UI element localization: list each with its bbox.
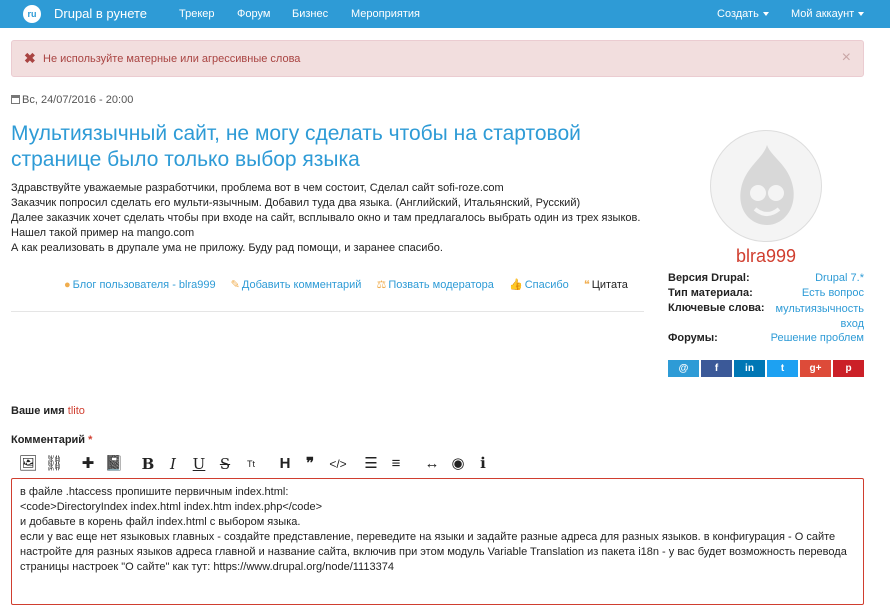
- link-icon[interactable]: ⛓: [44, 455, 64, 473]
- alert-close-button[interactable]: ×: [842, 49, 851, 67]
- scales-icon: ⚖: [376, 279, 387, 291]
- nav-item-business[interactable]: Бизнес: [292, 8, 328, 20]
- chevron-down-icon: [858, 12, 865, 17]
- share-linkedin-button[interactable]: in: [734, 360, 765, 377]
- share-pinterest-button[interactable]: p: [833, 360, 864, 377]
- quote-label: Цитата: [591, 279, 628, 291]
- facebook-icon: f: [714, 363, 719, 374]
- meta-value-link[interactable]: мультиязычность вход: [768, 302, 864, 332]
- add-comment-label: Добавить комментарий: [241, 279, 362, 291]
- post-links: ● Блог пользователя - blra999 ✎ Добавить к…: [64, 278, 628, 291]
- thanks-label: Спасибо: [524, 279, 569, 291]
- quote-icon[interactable]: ❞: [301, 455, 319, 473]
- edit-icon: ✎: [230, 279, 240, 291]
- nav-create-label: Создать: [717, 8, 759, 20]
- required-marker: *: [88, 434, 93, 446]
- post-body-line: А как реализовать в друпале ума не прило…: [11, 242, 443, 254]
- add-comment-link[interactable]: ✎ Добавить комментарий: [231, 279, 362, 291]
- plugin-icon[interactable]: ✚: [78, 455, 98, 473]
- linkedin-icon: in: [745, 363, 754, 374]
- divider: [11, 311, 644, 312]
- underline-icon[interactable]: U: [190, 455, 208, 473]
- share-googleplus-button[interactable]: g+: [800, 360, 831, 377]
- book-icon[interactable]: 📓: [104, 455, 124, 473]
- meta-key: Ключевые слова:: [668, 302, 765, 314]
- editor-line: если у вас еще нет языковых главных - со…: [20, 531, 847, 573]
- top-navbar: ru Drupal в рунете Трекер Форум Бизнес М…: [0, 0, 890, 28]
- nav-item-forum[interactable]: Форум: [237, 8, 270, 20]
- meta-key: Форумы:: [668, 332, 718, 344]
- name-value-link[interactable]: tlito: [68, 405, 85, 417]
- call-moderator-label: Позвать модератора: [388, 279, 494, 291]
- nav-account-label: Мой аккаунт: [791, 8, 855, 20]
- editor-line: и добавьте в корень файл index.html с вы…: [20, 516, 301, 528]
- comment-label: Комментарий: [11, 434, 86, 446]
- post-body: Здравствуйте уважаемые разработчики, про…: [11, 181, 651, 256]
- post-title[interactable]: Мультиязычный сайт, не могу сделать чтоб…: [11, 121, 651, 173]
- pinterest-icon: p: [845, 363, 852, 374]
- meta-value-link[interactable]: Drupal 7.*: [815, 272, 864, 284]
- name-label: Ваше имя: [11, 405, 65, 417]
- info-icon[interactable]: ℹ: [474, 455, 492, 473]
- comment-label-row: Комментарий *: [11, 434, 92, 446]
- share-facebook-button[interactable]: f: [701, 360, 732, 377]
- site-brand[interactable]: Drupal в рунете: [54, 6, 147, 21]
- post-body-line: Заказчик попросил сделать его мульти-язы…: [11, 197, 581, 209]
- superscript-icon[interactable]: Tt: [242, 455, 260, 473]
- editor-line: <code>DirectoryIndex index.html index.ht…: [20, 501, 323, 513]
- post-body-line: Здравствуйте уважаемые разработчики, про…: [11, 182, 504, 194]
- nav-item-events[interactable]: Мероприятия: [351, 8, 420, 20]
- googleplus-icon: g+: [809, 363, 822, 374]
- nav-create-dropdown[interactable]: Создать: [717, 8, 769, 20]
- author-username[interactable]: blra999: [700, 246, 832, 267]
- thumbs-up-icon: 👍: [508, 279, 523, 291]
- strikethrough-icon[interactable]: S: [216, 455, 234, 473]
- chevron-down-icon: [762, 12, 769, 17]
- post-date-text: Вс, 24/07/2016 - 20:00: [22, 94, 134, 106]
- image-icon[interactable]: 🖼: [18, 455, 38, 473]
- preview-icon[interactable]: ◉: [448, 455, 468, 473]
- editor-line: в файле .htaccess пропишите первичным in…: [20, 486, 289, 498]
- thanks-link[interactable]: 👍 Спасибо: [509, 279, 569, 291]
- share-email-button[interactable]: @: [668, 360, 699, 377]
- twitter-icon: t: [780, 363, 785, 374]
- email-icon: @: [678, 363, 689, 374]
- post-body-line: Нашел такой пример на mango.com: [11, 227, 195, 239]
- comment-editor[interactable]: в файле .htaccess пропишите первичным in…: [11, 478, 864, 605]
- call-moderator-link[interactable]: ⚖ Позвать модератора: [376, 279, 493, 291]
- quote-link[interactable]: ❝ Цитата: [584, 279, 628, 291]
- user-avatar[interactable]: [710, 130, 822, 242]
- unordered-list-icon[interactable]: ≡: [387, 455, 405, 473]
- alert-message: Не используйте матерные или агрессивные …: [43, 53, 301, 65]
- quote-icon: ❝: [583, 279, 590, 291]
- site-logo[interactable]: ru: [23, 5, 41, 23]
- nav-item-tracker[interactable]: Трекер: [179, 8, 215, 20]
- user-icon: ●: [64, 279, 71, 291]
- meta-key: Тип материала:: [668, 287, 753, 299]
- drupal-drop-icon: [740, 145, 794, 225]
- share-twitter-button[interactable]: t: [767, 360, 798, 377]
- italic-icon[interactable]: I: [164, 455, 182, 473]
- error-x-icon: ✖: [24, 50, 36, 66]
- name-field: Ваше имя tlito: [11, 405, 85, 417]
- header-icon[interactable]: H: [276, 455, 294, 473]
- user-blog-link[interactable]: ● Блог пользователя - blra999: [64, 279, 216, 291]
- post-body-line: Далее заказчик хочет сделать чтобы при в…: [11, 212, 641, 224]
- ordered-list-icon[interactable]: ☰: [362, 455, 380, 473]
- calendar-icon: [11, 95, 20, 104]
- horizontal-rule-icon[interactable]: ↔: [422, 455, 442, 473]
- meta-value-link[interactable]: Есть вопрос: [802, 287, 864, 299]
- meta-value-link[interactable]: Решение проблем: [771, 332, 864, 344]
- error-alert: ✖ Не используйте матерные или агрессивны…: [11, 40, 864, 77]
- post-date: Вс, 24/07/2016 - 20:00: [11, 94, 133, 106]
- nav-account-dropdown[interactable]: Мой аккаунт: [791, 8, 865, 20]
- code-icon[interactable]: </>: [326, 455, 350, 473]
- user-blog-label: Блог пользователя - blra999: [72, 279, 216, 291]
- meta-key: Версия Drupal:: [668, 272, 750, 284]
- bold-icon[interactable]: B: [139, 455, 157, 473]
